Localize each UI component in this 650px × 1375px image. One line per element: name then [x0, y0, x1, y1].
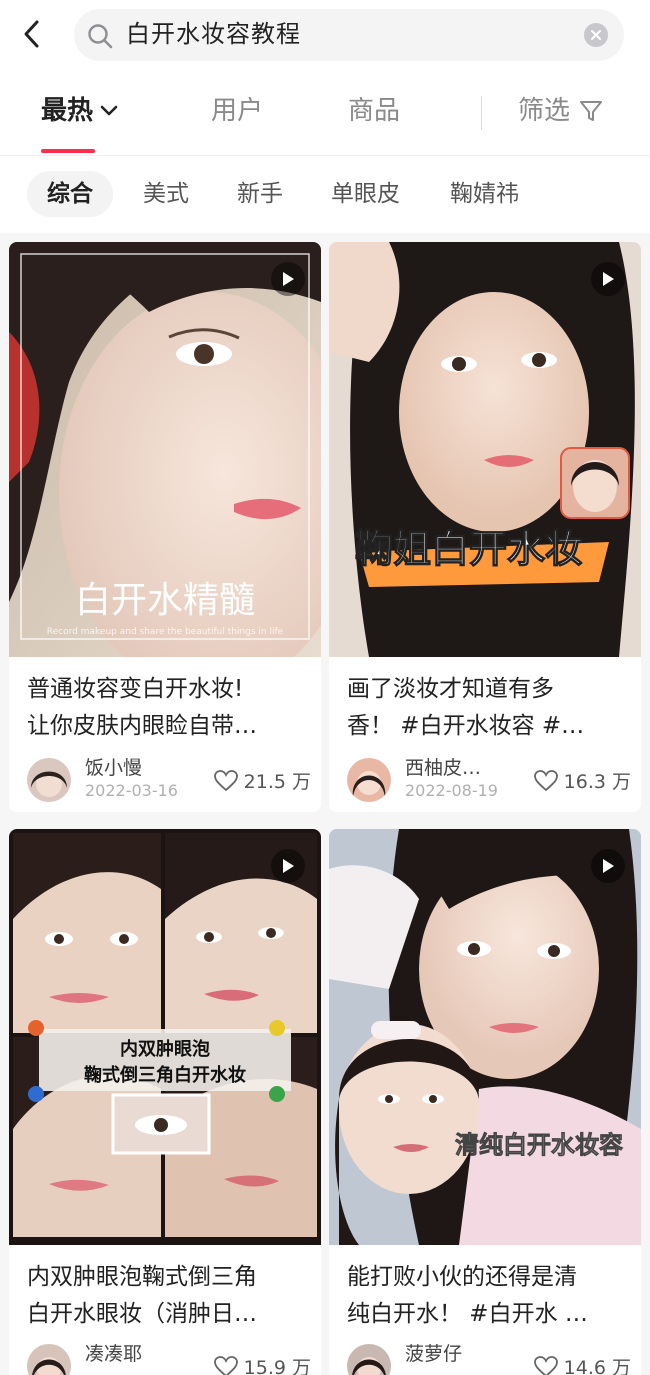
cover-caption: 清纯白开水妆容: [455, 1131, 623, 1159]
filter-icon: [580, 101, 603, 121]
close-icon: [591, 30, 601, 40]
note-meta: 饭小慢 2022-03-16 21.5 万: [27, 756, 311, 804]
clear-search-button[interactable]: [584, 23, 608, 47]
search-box[interactable]: 白开水妆容教程: [74, 9, 624, 61]
avatar[interactable]: [27, 758, 71, 802]
post-date: 2022-03-16: [85, 781, 178, 800]
cover-caption-line1: 内双肿眼泡: [120, 1038, 210, 1060]
note-title[interactable]: 能打败小伙的还得是清 纯白开水！ #白开水 …: [347, 1259, 631, 1333]
tab-user[interactable]: 用户: [211, 94, 263, 128]
post-date: 2022-08-19: [405, 781, 498, 800]
note-card[interactable]: 清纯白开水妆容 能打败小伙的还得是清 纯白开水！ #白开水 … 菠萝仔 14.6…: [329, 829, 641, 1375]
search-input[interactable]: 白开水妆容教程: [126, 19, 301, 49]
like-button[interactable]: 16.3 万: [533, 767, 631, 794]
note-title[interactable]: 普通妆容变白开水妆! 让你皮肤内眼睑自带…: [27, 671, 311, 745]
play-icon: [283, 859, 294, 873]
search-icon: [88, 24, 113, 49]
video-badge: [271, 262, 305, 296]
note-card[interactable]: 鞠姐白开水妆 画了淡妆才知道有多 香！ #白开水妆容 #… 西柚皮… 2022-…: [329, 242, 641, 812]
play-icon: [283, 272, 294, 286]
video-badge: [271, 849, 305, 883]
heart-icon: [213, 769, 238, 791]
like-button[interactable]: 15.9 万: [213, 1353, 311, 1375]
tag-single-eyelid[interactable]: 单眼皮: [331, 171, 400, 217]
like-count: 15.9 万: [243, 1357, 311, 1375]
tag-ju-jingyi[interactable]: 鞠婧祎: [450, 171, 519, 217]
avatar[interactable]: [27, 1344, 71, 1375]
like-count: 16.3 万: [563, 771, 631, 793]
tab-divider: [481, 96, 482, 130]
video-badge: [591, 262, 625, 296]
note-meta: 西柚皮… 2022-08-19 16.3 万: [347, 756, 631, 804]
author-name[interactable]: 饭小慢: [85, 756, 142, 780]
filter-button[interactable]: 筛选: [518, 94, 604, 128]
note-title[interactable]: 画了淡妆才知道有多 香！ #白开水妆容 #…: [347, 671, 631, 745]
cover-caption: 白开水精髓: [75, 580, 255, 621]
cover-caption-line2: 鞠式倒三角白开水妆: [84, 1064, 246, 1086]
heart-icon: [533, 769, 558, 791]
author-name[interactable]: 菠萝仔: [405, 1342, 462, 1366]
chevron-down-icon: [100, 105, 118, 116]
play-icon: [603, 272, 614, 286]
heart-icon: [213, 1355, 238, 1375]
avatar[interactable]: [347, 758, 391, 802]
video-badge: [591, 849, 625, 883]
like-button[interactable]: 21.5 万: [213, 767, 311, 794]
chevron-left-icon: [24, 20, 39, 48]
tag-all[interactable]: 综合: [27, 171, 113, 217]
tab-hot[interactable]: 最热: [41, 94, 119, 128]
author-name[interactable]: 西柚皮…: [405, 756, 481, 780]
active-tab-indicator: [41, 149, 95, 153]
cover-subcaption: Record makeup and share the beautiful th…: [47, 627, 284, 637]
like-button[interactable]: 14.6 万: [533, 1353, 631, 1375]
note-cover-image: 内双肿眼泡 鞠式倒三角白开水妆: [9, 829, 321, 1245]
filter-label: 筛选: [518, 96, 571, 126]
like-count: 14.6 万: [563, 1357, 631, 1375]
note-cover-image: 清纯白开水妆容: [329, 829, 641, 1245]
note-feed: 白开水精髓 Record makeup and share the beauti…: [0, 233, 650, 1375]
back-button[interactable]: [14, 14, 50, 54]
play-icon: [603, 859, 614, 873]
category-tags: 综合 美式 新手 单眼皮 鞠婧祎: [0, 157, 650, 233]
tab-hot-label: 最热: [41, 96, 94, 126]
note-card[interactable]: 白开水精髓 Record makeup and share the beauti…: [9, 242, 321, 812]
note-cover-image: 白开水精髓 Record makeup and share the beauti…: [9, 242, 321, 657]
note-card[interactable]: 内双肿眼泡 鞠式倒三角白开水妆 内双肿眼泡鞠式倒三角 白开水眼妆（消肿日… 凑凑…: [9, 829, 321, 1375]
author-name[interactable]: 凑凑耶: [85, 1342, 142, 1366]
note-meta: 凑凑耶 15.9 万: [27, 1342, 311, 1375]
heart-icon: [533, 1355, 558, 1375]
cover-caption: 鞠姐白开水妆: [355, 527, 583, 571]
sort-tabs: 最热 用户 商品 筛选: [0, 70, 650, 156]
tag-beginner[interactable]: 新手: [237, 171, 283, 217]
tag-american[interactable]: 美式: [143, 171, 189, 217]
like-count: 21.5 万: [243, 771, 311, 793]
note-cover-image: 鞠姐白开水妆: [329, 242, 641, 657]
note-title[interactable]: 内双肿眼泡鞠式倒三角 白开水眼妆（消肿日…: [27, 1259, 311, 1333]
top-bar: 白开水妆容教程: [0, 0, 650, 70]
tab-goods[interactable]: 商品: [348, 94, 400, 128]
avatar[interactable]: [347, 1344, 391, 1375]
note-meta: 菠萝仔 14.6 万: [347, 1342, 631, 1375]
